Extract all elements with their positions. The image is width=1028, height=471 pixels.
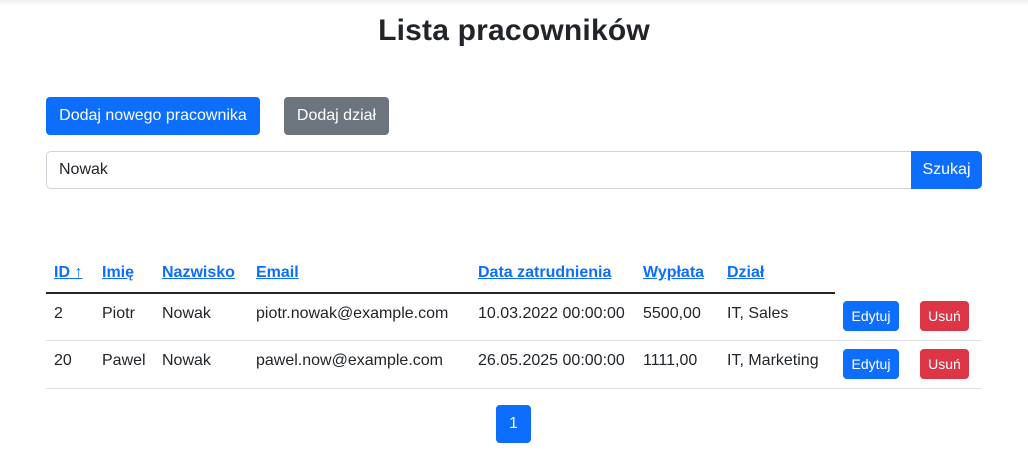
edit-button[interactable]: Edytuj: [843, 349, 899, 379]
table-header-divider: [46, 292, 835, 294]
add-employee-button[interactable]: Dodaj nowego pracownika: [46, 97, 260, 135]
column-header-last-name[interactable]: Nazwisko: [162, 264, 235, 282]
column-header-id[interactable]: ID ↑: [54, 264, 82, 282]
column-header-email[interactable]: Email: [256, 264, 299, 282]
cell-last-name: Nowak: [162, 352, 211, 369]
top-shadow: [0, 0, 1028, 6]
cell-salary: 5500,00: [643, 305, 701, 322]
cell-id: 2: [54, 305, 63, 322]
cell-department: IT, Sales: [727, 305, 789, 322]
cell-first-name: Pawel: [102, 352, 146, 369]
column-header-hire-date[interactable]: Data zatrudnienia: [478, 264, 611, 282]
search-input[interactable]: [46, 151, 912, 189]
cell-last-name: Nowak: [162, 305, 211, 322]
row-divider: [46, 340, 982, 341]
delete-button[interactable]: Usuń: [920, 349, 969, 379]
cell-id: 20: [54, 352, 72, 369]
row-divider: [46, 388, 982, 389]
cell-department: IT, Marketing: [727, 352, 819, 369]
page-title: Lista pracowników: [378, 14, 650, 47]
edit-button[interactable]: Edytuj: [843, 301, 899, 331]
column-header-department[interactable]: Dział: [727, 264, 764, 282]
cell-email: piotr.nowak@example.com: [256, 305, 449, 322]
search-button[interactable]: Szukaj: [911, 151, 982, 189]
cell-hire-date: 26.05.2025 00:00:00: [478, 352, 625, 369]
cell-salary: 1111,00: [643, 352, 698, 369]
pagination-page-button[interactable]: 1: [496, 405, 531, 443]
delete-button[interactable]: Usuń: [920, 301, 969, 331]
add-department-button[interactable]: Dodaj dział: [284, 97, 389, 135]
cell-hire-date: 10.03.2022 00:00:00: [478, 305, 625, 322]
cell-first-name: Piotr: [102, 305, 135, 322]
column-header-salary[interactable]: Wypłata: [643, 264, 704, 282]
column-header-first-name[interactable]: Imię: [102, 264, 134, 282]
cell-email: pawel.now@example.com: [256, 352, 443, 369]
